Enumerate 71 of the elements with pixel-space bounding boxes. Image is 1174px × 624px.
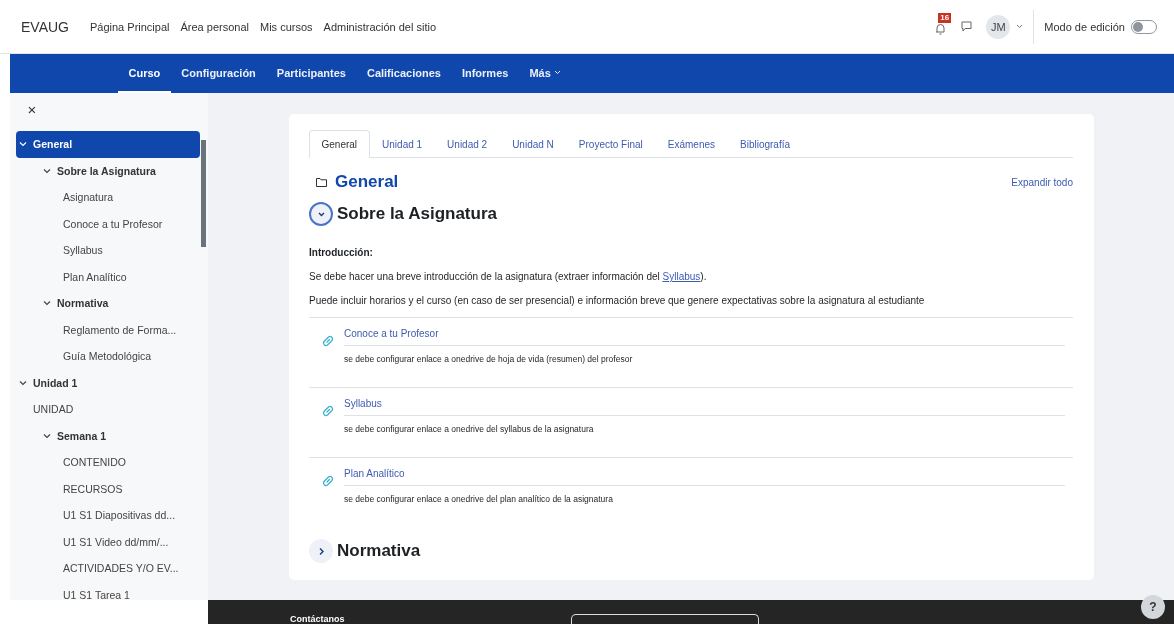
collapse-toggle[interactable] [309,539,333,563]
activity-link[interactable]: Syllabus [344,398,1065,416]
course-index-item[interactable]: Sobre la Asignatura [16,157,200,184]
close-button[interactable]: × [26,101,38,119]
user-avatar[interactable]: JM [986,14,1011,39]
chevron-down-icon [43,299,51,308]
link-icon [320,473,336,489]
chevron-down-icon [43,431,51,440]
header-link[interactable]: Área personal [180,20,249,33]
section-tab[interactable]: Unidad N [499,130,567,158]
course-index-item[interactable]: U1 S1 Video dd/mm/... [16,528,200,555]
intro-heading: Introducción: [309,247,374,258]
course-index-item[interactable]: RECURSOS [16,475,200,502]
activity-description: se debe configurar enlace a onedrive del syllabus de la asignatura [344,424,595,434]
folder-icon [316,177,327,187]
activity-link[interactable]: Plan Analítico [344,468,1065,486]
edit-mode-toggle[interactable] [1131,19,1157,34]
section-tab[interactable]: Exámenes [655,130,728,158]
course-index-item[interactable]: ACTIVIDADES Y/O EV... [16,555,200,582]
section-tab[interactable]: General [309,130,370,158]
activity-description: se debe configurar enlace a onedrive del plan analítico de la asignatura [344,494,614,504]
course-index-item[interactable]: Asignatura [16,184,200,211]
notification-badge: 16 [938,12,952,23]
course-index-item[interactable]: Plan Analítico [16,263,200,290]
section-tab[interactable]: Unidad 2 [434,130,500,158]
course-index-item[interactable]: Conoce a tu Profesor [16,210,200,237]
edit-mode-label: Modo de edición [1044,20,1125,33]
section-tab[interactable]: Unidad 1 [369,130,435,158]
chevron-down-icon [43,166,51,175]
syllabus-link[interactable]: Syllabus [662,271,701,282]
site-brand[interactable]: EVAUG [21,18,69,35]
header-link[interactable]: Administración del sitio [323,20,437,33]
course-index-item[interactable]: CONTENIDO [16,449,200,476]
chevron-down-icon [19,140,27,149]
course-nav-tab[interactable]: Configuración [170,54,267,93]
header-link[interactable]: Página Principal [90,20,170,33]
course-index-item[interactable]: Guía Metodológica [16,343,200,370]
course-index-item[interactable]: U1 S1 Diapositivas dd... [16,502,200,529]
course-index-item[interactable]: Unidad 1 [16,369,200,396]
course-index-item[interactable]: UNIDAD [16,396,200,423]
intro-paragraph: Puede incluir horarios y el curso (en caso de ser presencial) e información breve que genere expectativas sobre la asignatura al estudiante [309,295,926,306]
chevron-down-icon [19,378,27,387]
course-nav-tab[interactable]: Calificaciones [356,54,452,93]
course-index-item[interactable]: General [16,131,200,158]
collapse-toggle[interactable] [309,202,333,226]
section-tab[interactable]: Proyecto Final [566,130,656,158]
scrollbar-thumb[interactable] [201,140,206,247]
section-tab[interactable]: Bibliografía [727,130,803,158]
course-index-item[interactable]: U1 S1 Tarea 1 [16,581,200,600]
course-nav-tab[interactable]: Participantes [266,54,357,93]
course-index-item[interactable]: Reglamento de Forma... [16,316,200,343]
header-link[interactable]: Mis cursos [260,20,313,33]
activity-description: se debe configurar enlace a onedrive de hoja de vida (resumen) del profesor [344,354,634,364]
link-icon [320,333,336,349]
footer-heading: Contáctanos [290,614,345,624]
course-index-item[interactable]: Syllabus [16,237,200,264]
chat-bubble-icon[interactable] [961,21,973,32]
course-nav-tab[interactable]: Más [518,54,572,93]
course-index-item[interactable]: Normativa [16,290,200,317]
bell-icon[interactable] [935,22,947,35]
link-icon [320,403,336,419]
subsection-title: Sobre la Asignatura [337,204,497,224]
course-index-item[interactable]: Semana 1 [16,422,200,449]
activity-link[interactable]: Conoce a tu Profesor [344,328,1065,346]
intro-paragraph: Se debe hacer una breve introducción de la asignatura (extraer información del Syllabus). [309,271,708,282]
section-title: General [335,172,399,192]
caret-icon[interactable] [1016,24,1024,29]
expand-all-link[interactable]: Expandir todo [1011,176,1073,188]
subsection-title: Normativa [337,541,421,561]
course-nav-tab[interactable]: Informes [451,54,519,93]
caret-icon [553,70,561,75]
